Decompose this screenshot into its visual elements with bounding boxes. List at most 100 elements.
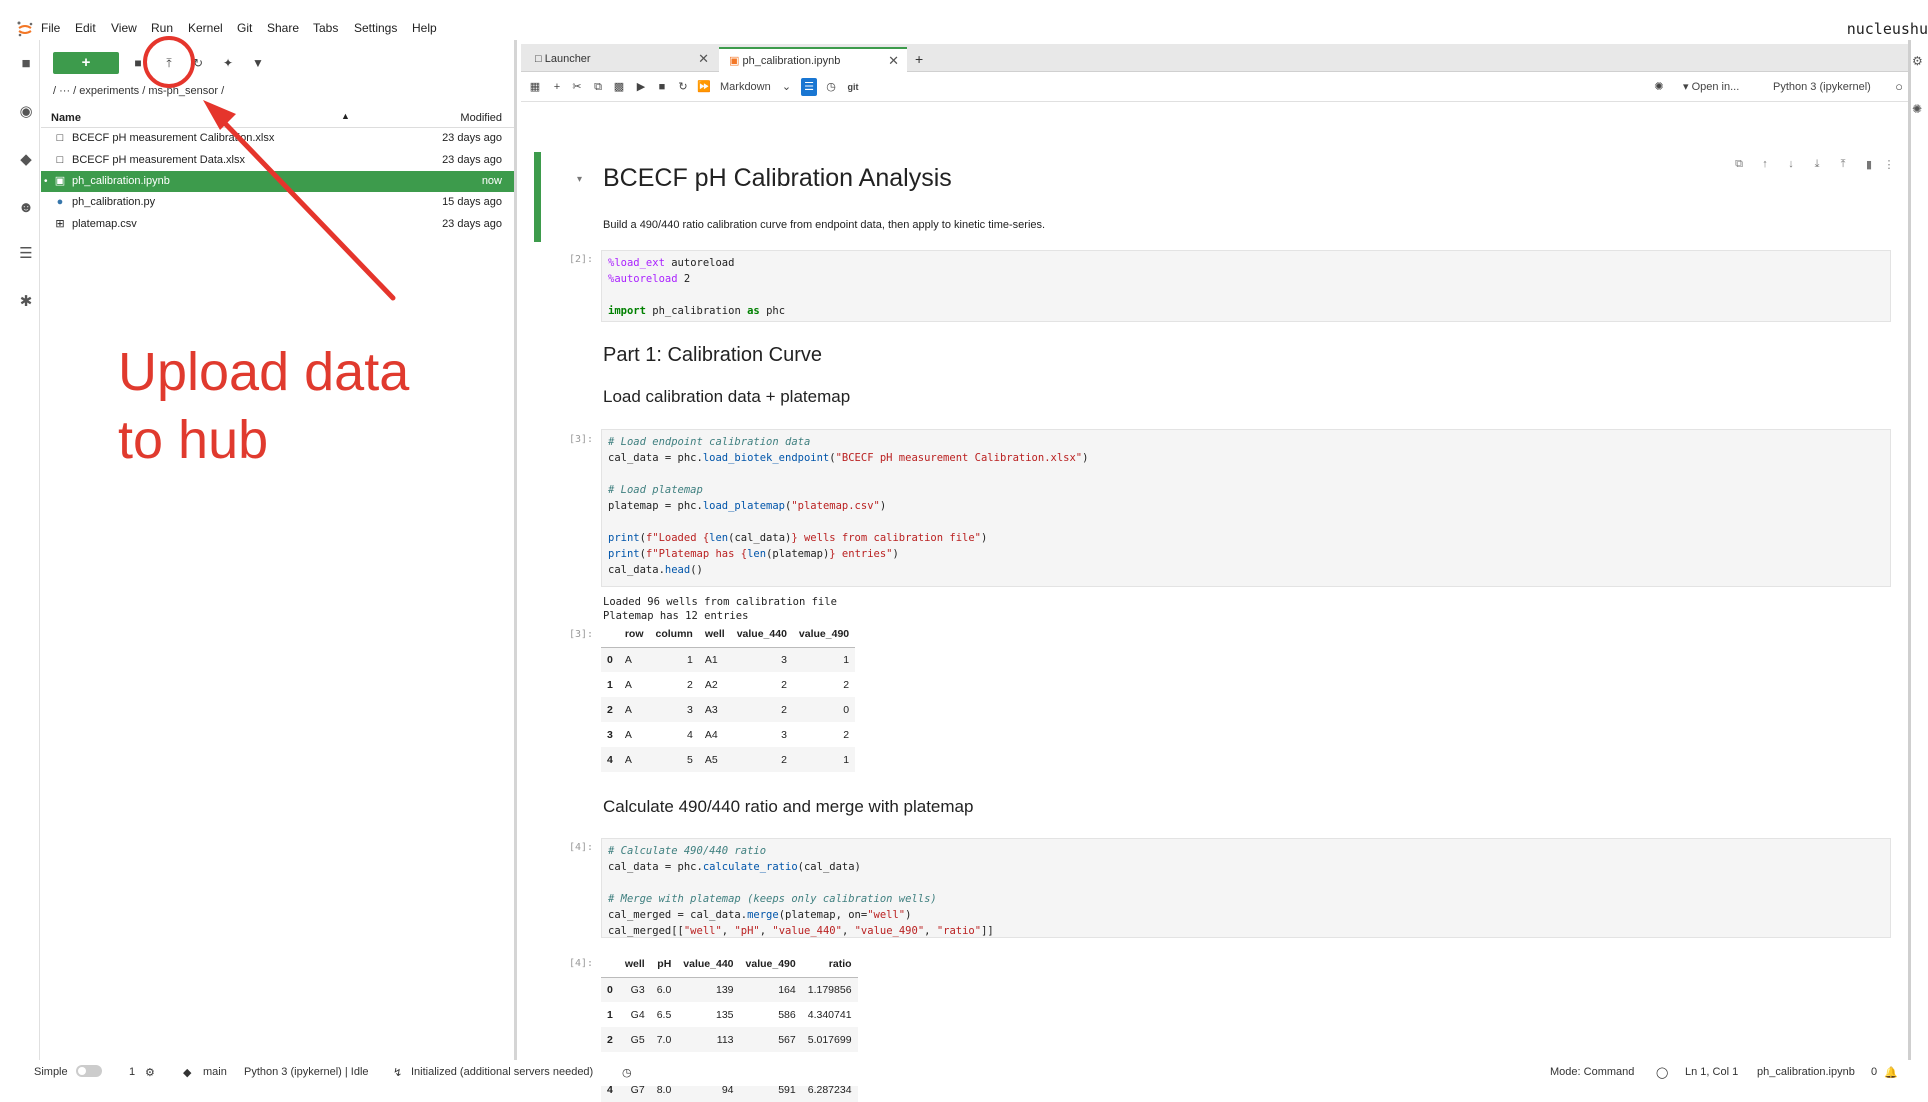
- running-icon[interactable]: ◉: [16, 102, 36, 122]
- code-cell[interactable]: # Load endpoint calibration data cal_dat…: [601, 429, 1891, 587]
- code-cell[interactable]: # Calculate 490/440 ratio cal_data = phc…: [601, 838, 1891, 938]
- stop-icon[interactable]: ■: [654, 78, 670, 96]
- menu-file[interactable]: File: [41, 21, 60, 35]
- table-cell: 0: [792, 697, 856, 722]
- terminal-count[interactable]: 1: [129, 1066, 135, 1078]
- new-launcher-button[interactable]: +: [53, 52, 119, 74]
- close-icon[interactable]: ✕: [698, 47, 709, 71]
- menu-tabs[interactable]: Tabs: [313, 21, 338, 35]
- table-cell: 2: [843, 728, 850, 741]
- paste-icon[interactable]: ▩: [611, 78, 627, 96]
- activity-bar: ■ ◉ ◆ ☻ ☰ ✱: [12, 40, 40, 1076]
- folder-icon[interactable]: ■: [16, 54, 36, 74]
- git-label[interactable]: git: [843, 78, 863, 96]
- notebook-cells: ▾ ⧉ ↑ ↓ ⤓ ⤒ ▮ ⋮ BCECF pH Calibration Ana…: [521, 104, 1908, 1102]
- insert-below-icon[interactable]: ⤓: [1810, 158, 1824, 174]
- filter-icon[interactable]: ▼: [249, 54, 267, 72]
- extension-icon[interactable]: ✱: [16, 292, 36, 312]
- table-row: 2 G5 7.0 113 567 5.017699: [601, 1027, 858, 1052]
- users-icon[interactable]: ☻: [16, 198, 36, 218]
- table-cell: A3: [698, 697, 731, 722]
- table-row: 1 A 2 A2 2 2: [601, 672, 855, 697]
- lsp-icon: ↯: [393, 1067, 403, 1079]
- bell-icon[interactable]: 🔔: [1884, 1066, 1898, 1079]
- more-icon[interactable]: ⋮: [1882, 158, 1896, 174]
- move-down-icon[interactable]: ↓: [1784, 158, 1798, 174]
- insert-cell-icon[interactable]: +: [549, 78, 565, 96]
- file-row[interactable]: □ BCECF pH measurement Calibration.xlsx …: [41, 128, 514, 149]
- file-modified: 23 days ago: [442, 132, 502, 144]
- debugger-icon[interactable]: ✺: [1912, 102, 1922, 116]
- file-browser: + ■ ⤒ ↻ ✦ ▼ / ··· / experiments / ms-ph_…: [41, 40, 517, 1070]
- column-name[interactable]: Name: [51, 112, 81, 124]
- collapse-chevron-icon[interactable]: ▾: [577, 174, 582, 185]
- save-icon[interactable]: ▦: [527, 78, 543, 96]
- table-cell: 5: [649, 747, 699, 772]
- git-clone-icon[interactable]: ✦: [219, 54, 237, 72]
- clock-icon[interactable]: ◷: [823, 78, 839, 96]
- menu-help[interactable]: Help: [412, 21, 437, 35]
- table-cell: 7.0: [650, 1027, 678, 1052]
- code-cell[interactable]: %load_ext autoreload %autoreload 2 impor…: [601, 250, 1891, 322]
- restart-icon[interactable]: ↻: [675, 78, 691, 96]
- cell-type-select[interactable]: Markdown ⌄: [720, 78, 810, 96]
- file-row-selected[interactable]: • ▣ ph_calibration.ipynb now: [41, 171, 514, 192]
- file-modified: 23 days ago: [442, 218, 502, 230]
- kernel-status-icon: ○: [1895, 79, 1903, 94]
- run-icon[interactable]: ▶: [633, 78, 649, 96]
- menu-settings[interactable]: Settings: [354, 21, 397, 35]
- kernel-sessions-icon[interactable]: ⚙: [145, 1066, 155, 1079]
- table-cell: A: [624, 728, 632, 741]
- duplicate-icon[interactable]: ⧉: [1732, 158, 1746, 174]
- file-row[interactable]: □ BCECF pH measurement Data.xlsx 23 days…: [41, 150, 514, 171]
- delete-icon[interactable]: ▮: [1862, 158, 1876, 174]
- stdout-line: Platemap has 12 entries: [603, 610, 749, 622]
- git-icon[interactable]: ◆: [16, 150, 36, 170]
- column-modified[interactable]: Modified: [460, 112, 502, 124]
- table-header: [601, 622, 619, 648]
- menu-kernel[interactable]: Kernel: [188, 21, 223, 35]
- menu-share[interactable]: Share: [267, 21, 299, 35]
- breadcrumb[interactable]: / ··· / experiments / ms-ph_sensor /: [53, 85, 224, 97]
- toc-icon[interactable]: ☰: [16, 244, 36, 264]
- kernel-name[interactable]: Python 3 (ipykernel): [1773, 78, 1891, 96]
- insert-above-icon[interactable]: ⤒: [1836, 158, 1850, 174]
- close-icon[interactable]: ✕: [888, 49, 899, 73]
- git-branch[interactable]: main: [203, 1066, 227, 1078]
- sort-ascending-icon[interactable]: ▲: [341, 111, 350, 121]
- copy-icon[interactable]: ⧉: [590, 78, 606, 96]
- debugger-icon[interactable]: ✺: [1651, 78, 1667, 96]
- table-cell: 5.017699: [801, 1027, 858, 1052]
- kernel-status[interactable]: Python 3 (ipykernel) | Idle: [244, 1066, 369, 1078]
- menu-git[interactable]: Git: [237, 21, 252, 35]
- property-inspector-icon[interactable]: ⚙: [1912, 54, 1923, 68]
- history-icon[interactable]: ◷: [622, 1066, 632, 1079]
- cursor-position[interactable]: Ln 1, Col 1: [1685, 1066, 1738, 1078]
- table-cell: A2: [704, 678, 718, 691]
- menu-run[interactable]: Run: [151, 21, 173, 35]
- notebook-settings-icon[interactable]: ☰: [801, 78, 817, 96]
- menu-view[interactable]: View: [111, 21, 137, 35]
- menu-edit[interactable]: Edit: [75, 21, 96, 35]
- lsp-status[interactable]: Initialized (additional servers needed): [411, 1066, 593, 1078]
- file-name: ph_calibration.ipynb: [72, 175, 170, 187]
- file-row[interactable]: ⊞ platemap.csv 23 days ago: [41, 214, 514, 235]
- table-cell: 3: [607, 728, 613, 741]
- new-tab-button[interactable]: +: [911, 47, 931, 72]
- open-in-button[interactable]: ▾ Open in...: [1683, 78, 1763, 96]
- tab-launcher[interactable]: □ Launcher ✕: [525, 47, 717, 72]
- jupyter-logo-icon: [17, 21, 33, 37]
- tab-notebook[interactable]: ▣ ph_calibration.ipynb ✕: [719, 47, 907, 72]
- file-name: platemap.csv: [72, 218, 137, 230]
- simple-mode-toggle[interactable]: [76, 1065, 102, 1078]
- cut-icon[interactable]: ✂: [569, 78, 585, 96]
- table-row: 1 G4 6.5 135 586 4.340741: [601, 1002, 858, 1027]
- file-row[interactable]: ● ph_calibration.py 15 days ago: [41, 192, 514, 213]
- run-all-icon[interactable]: ⏩: [696, 78, 712, 96]
- table-cell: 164: [739, 977, 802, 1002]
- move-up-icon[interactable]: ↑: [1758, 158, 1772, 174]
- table-cell: A4: [704, 728, 718, 741]
- table-cell: G5: [618, 1027, 651, 1052]
- annotation-text: Upload data to hub: [118, 338, 409, 474]
- simple-mode-label: Simple: [34, 1066, 68, 1078]
